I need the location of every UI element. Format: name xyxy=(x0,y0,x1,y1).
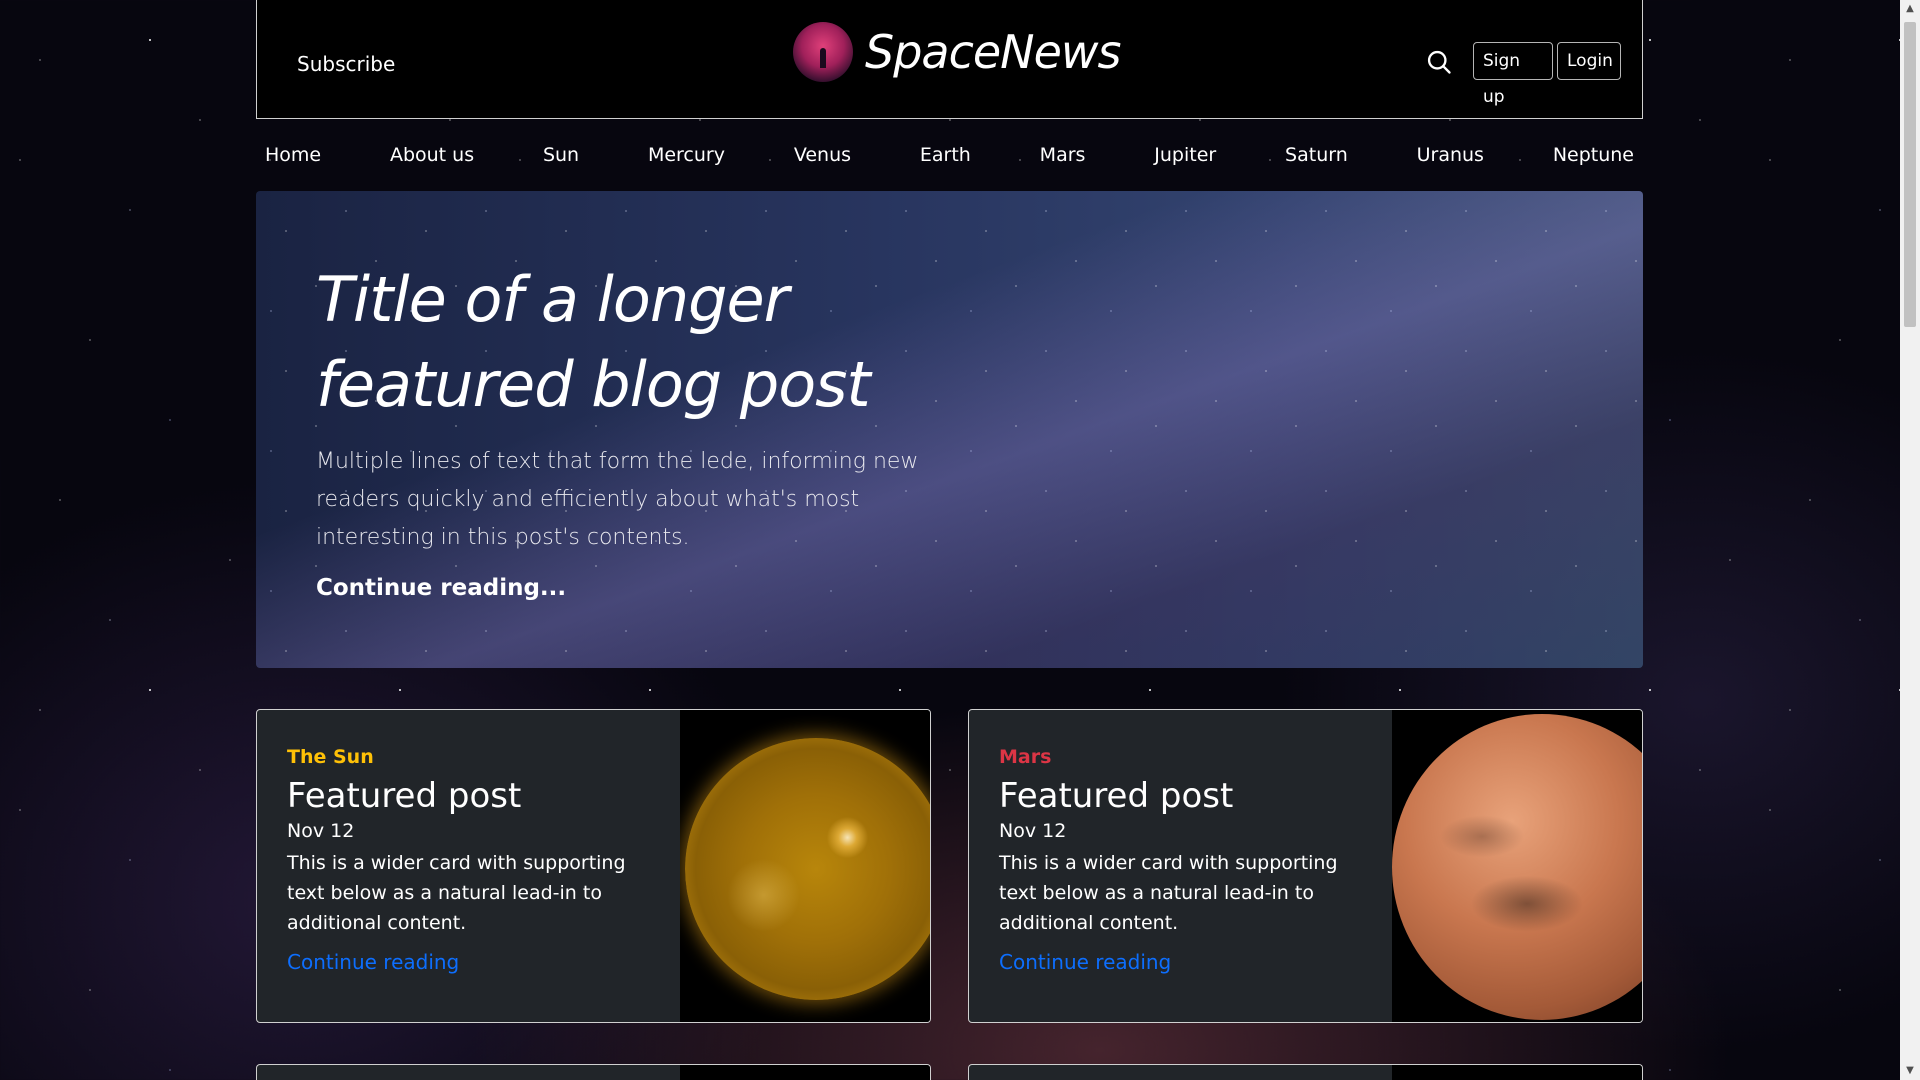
hero-title-line1: Title of a longer xyxy=(316,263,789,336)
nav-item-saturn[interactable]: Saturn xyxy=(1285,144,1348,166)
card-text: This is a wider card with supporting tex… xyxy=(999,852,1338,934)
scroll-up-icon[interactable]: ▲ xyxy=(1900,0,1920,18)
brand-name: SpaceNews xyxy=(865,25,1121,79)
card-date: Nov 12 xyxy=(999,820,1067,842)
card-text: This is a wider card with supporting tex… xyxy=(287,852,626,934)
card-category: The Sun xyxy=(287,746,374,768)
featured-card-mars: Mars Featured post Nov 12 This is a wide… xyxy=(968,709,1643,1023)
login-button[interactable]: Login xyxy=(1557,42,1621,80)
hero-banner: Title of a longer featured blog post Mul… xyxy=(256,191,1643,668)
nav-item-earth[interactable]: Earth xyxy=(920,144,971,166)
card-continue-reading-link[interactable]: Continue reading xyxy=(287,950,459,974)
hero-title-line2: featured blog post xyxy=(316,348,871,421)
subscribe-link[interactable]: Subscribe xyxy=(297,52,395,76)
logo-icon xyxy=(793,22,853,82)
card-peek xyxy=(968,1064,1643,1080)
nav-item-venus[interactable]: Venus xyxy=(794,144,851,166)
hero-title: Title of a longer featured blog post xyxy=(316,257,1016,427)
signup-button[interactable]: Sign up xyxy=(1473,42,1553,107)
site-header: Subscribe SpaceNews Sign up Login xyxy=(256,0,1643,119)
card-title: Featured post xyxy=(287,776,522,816)
card-continue-reading-link[interactable]: Continue reading xyxy=(999,950,1171,974)
card-body: The Sun Featured post Nov 12 This is a w… xyxy=(287,746,667,974)
featured-card-sun: The Sun Featured post Nov 12 This is a w… xyxy=(256,709,931,1023)
nav-item-uranus[interactable]: Uranus xyxy=(1417,144,1484,166)
hero-lede: Multiple lines of text that form the led… xyxy=(316,449,919,550)
hero-continue-reading-link[interactable]: Continue reading... xyxy=(316,575,566,601)
nav-item-mars[interactable]: Mars xyxy=(1040,144,1086,166)
nav-item-home[interactable]: Home xyxy=(265,144,321,166)
mars-image xyxy=(1392,710,1642,1022)
nav-item-neptune[interactable]: Neptune xyxy=(1553,144,1634,166)
nav-item-jupiter[interactable]: Jupiter xyxy=(1154,144,1216,166)
main-nav: Home About us Sun Mercury Venus Earth Ma… xyxy=(256,119,1643,191)
card-date: Nov 12 xyxy=(287,820,355,842)
card-peek xyxy=(256,1064,931,1080)
nav-item-sun[interactable]: Sun xyxy=(543,144,579,166)
page-scrollbar[interactable]: ▲ ▼ xyxy=(1900,0,1920,1080)
nav-item-about-us[interactable]: About us xyxy=(390,144,474,166)
scrollbar-thumb[interactable] xyxy=(1904,22,1916,327)
card-category: Mars xyxy=(999,746,1052,768)
sun-image xyxy=(680,710,930,1022)
card-body: Mars Featured post Nov 12 This is a wide… xyxy=(999,746,1379,974)
scroll-down-icon[interactable]: ▼ xyxy=(1900,1062,1920,1080)
search-icon[interactable] xyxy=(1425,48,1453,76)
brand[interactable]: SpaceNews xyxy=(793,22,1121,82)
page-container: Subscribe SpaceNews Sign up Login Home A… xyxy=(256,0,1643,1080)
nav-item-mercury[interactable]: Mercury xyxy=(648,144,725,166)
card-title: Featured post xyxy=(999,776,1234,816)
